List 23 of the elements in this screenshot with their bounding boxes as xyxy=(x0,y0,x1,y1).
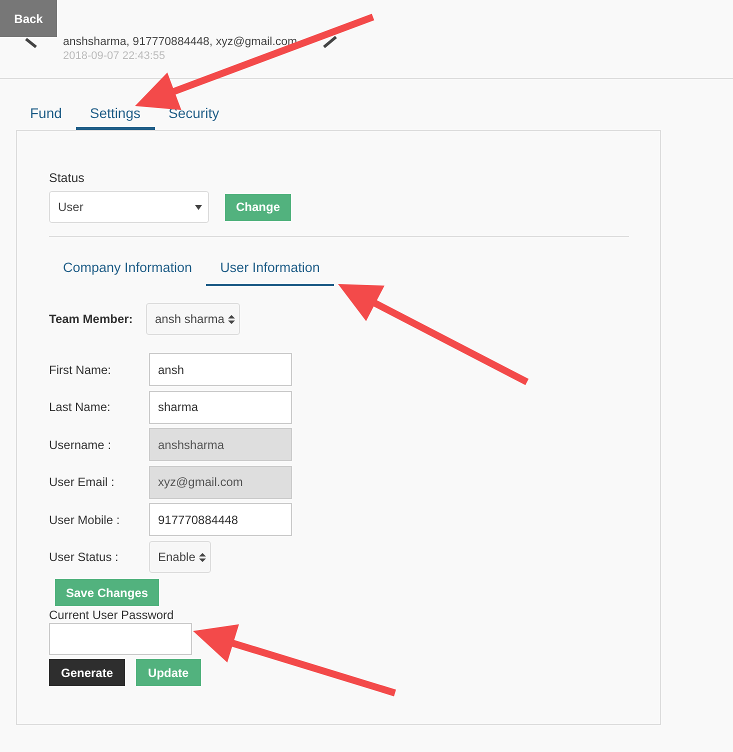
input-field[interactable]: ansh xyxy=(149,353,292,386)
field-label: User Status : xyxy=(49,550,120,564)
field-label: Last Name: xyxy=(49,400,112,414)
back-button[interactable]: Back xyxy=(0,0,57,37)
field-label: User Email : xyxy=(49,475,116,490)
password-label: Current User Password xyxy=(49,608,175,622)
tab[interactable]: Security xyxy=(154,101,234,130)
tab[interactable]: Fund xyxy=(16,101,76,130)
field-label: User Mobile : xyxy=(49,512,121,527)
status-select[interactable]: User xyxy=(49,191,209,223)
timestamp: 2018-09-07 22:43:55 xyxy=(63,50,166,62)
status-select[interactable]: Enable xyxy=(149,541,211,574)
field-label: Username : xyxy=(49,438,112,452)
tab[interactable]: Company Information xyxy=(49,254,206,286)
tab[interactable]: User Information xyxy=(206,254,334,286)
input-field[interactable]: 917770884448 xyxy=(149,503,292,536)
team-member-label: Team Member: xyxy=(49,312,133,326)
generate-button[interactable]: Generate xyxy=(49,659,126,686)
team-member-select[interactable]: ansh sharma xyxy=(146,303,240,335)
user-summary: anshsharma, 917770884448, xyz@gmail.com xyxy=(63,36,298,48)
input-field[interactable]: sharma xyxy=(149,390,292,424)
status-label: Status xyxy=(49,171,86,185)
field-label: First Name: xyxy=(49,362,112,377)
